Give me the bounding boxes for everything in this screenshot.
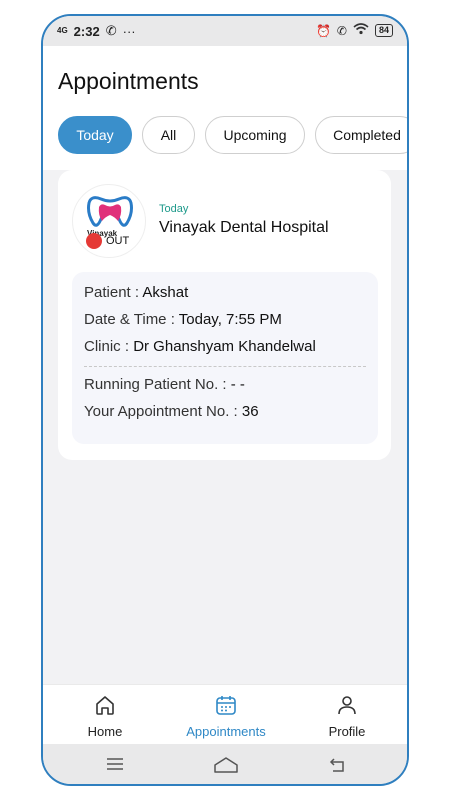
tab-completed[interactable]: Completed — [315, 116, 407, 154]
bottom-nav: Home Appointments Profile — [43, 684, 407, 744]
running-value: - - — [230, 376, 245, 393]
battery-indicator: 84 — [374, 24, 393, 37]
patient-value: Akshat — [142, 284, 189, 301]
your-number-row: Your Appointment No. : 36 — [84, 400, 366, 427]
patient-label: Patient : — [84, 284, 140, 301]
hospital-name: Vinayak Dental Hospital — [159, 219, 329, 236]
status-time: 2:32 — [73, 23, 100, 39]
nav-appointments-label: Appointments — [186, 724, 266, 739]
appointment-card[interactable]: Vinayak OUT Today Vinayak Dental Hospita… — [58, 170, 391, 460]
appointment-day: Today — [159, 203, 189, 215]
your-number-label: Your Appointment No. : — [84, 403, 238, 420]
alarm-icon: ⏰ — [315, 23, 331, 38]
menu-icon[interactable] — [105, 756, 125, 777]
filter-tabs: Today All Upcoming Completed — [58, 116, 407, 154]
more-notifications: ··· — [122, 23, 136, 39]
profile-icon — [335, 693, 359, 720]
appointment-details: Patient : Akshat Date & Time : Today, 7:… — [72, 272, 378, 444]
tab-upcoming[interactable]: Upcoming — [205, 116, 305, 154]
home-button-icon[interactable] — [213, 756, 239, 779]
wifi-call-icon: ✆ — [336, 23, 347, 38]
nav-appointments[interactable]: Appointments — [176, 693, 276, 739]
divider — [84, 366, 366, 367]
datetime-row: Date & Time : Today, 7:55 PM — [84, 308, 366, 335]
wifi-icon — [353, 23, 369, 38]
patient-row: Patient : Akshat — [84, 281, 366, 308]
nav-home-label: Home — [87, 724, 123, 739]
running-row: Running Patient No. : - - — [84, 373, 366, 400]
page-title: Appointments — [58, 68, 199, 94]
clinic-label: Clinic : — [84, 338, 130, 355]
status-indicator: OUT — [86, 233, 129, 249]
nav-home[interactable]: Home — [55, 693, 155, 739]
network-indicator: 4G — [57, 26, 68, 35]
appointments-list: Vinayak OUT Today Vinayak Dental Hospita… — [43, 170, 407, 684]
nav-profile[interactable]: Profile — [297, 693, 397, 739]
app-header: Appointments Today All Upcoming Complete… — [43, 46, 407, 170]
tab-all[interactable]: All — [142, 116, 195, 154]
whatsapp-icon: ✆ — [105, 23, 117, 38]
status-dot — [86, 233, 102, 249]
datetime-label: Date & Time : — [84, 311, 175, 328]
back-icon[interactable] — [327, 756, 347, 779]
phone-frame: 4G 2:32 ✆ ··· ⏰ ✆ 84 Appointments Today … — [41, 14, 409, 786]
calendar-icon — [214, 693, 238, 720]
home-icon — [93, 693, 117, 720]
tab-today[interactable]: Today — [58, 116, 132, 154]
system-nav-bar — [43, 744, 407, 784]
status-bar: 4G 2:32 ✆ ··· ⏰ ✆ 84 — [43, 16, 407, 46]
status-label: OUT — [106, 235, 130, 247]
clinic-value: Dr Ghanshyam Khandelwal — [133, 338, 316, 355]
clinic-row: Clinic : Dr Ghanshyam Khandelwal — [84, 335, 366, 362]
nav-profile-label: Profile — [328, 724, 366, 739]
your-number-value: 36 — [241, 403, 259, 420]
datetime-value: Today, 7:55 PM — [178, 311, 282, 328]
running-label: Running Patient No. : — [84, 376, 227, 393]
